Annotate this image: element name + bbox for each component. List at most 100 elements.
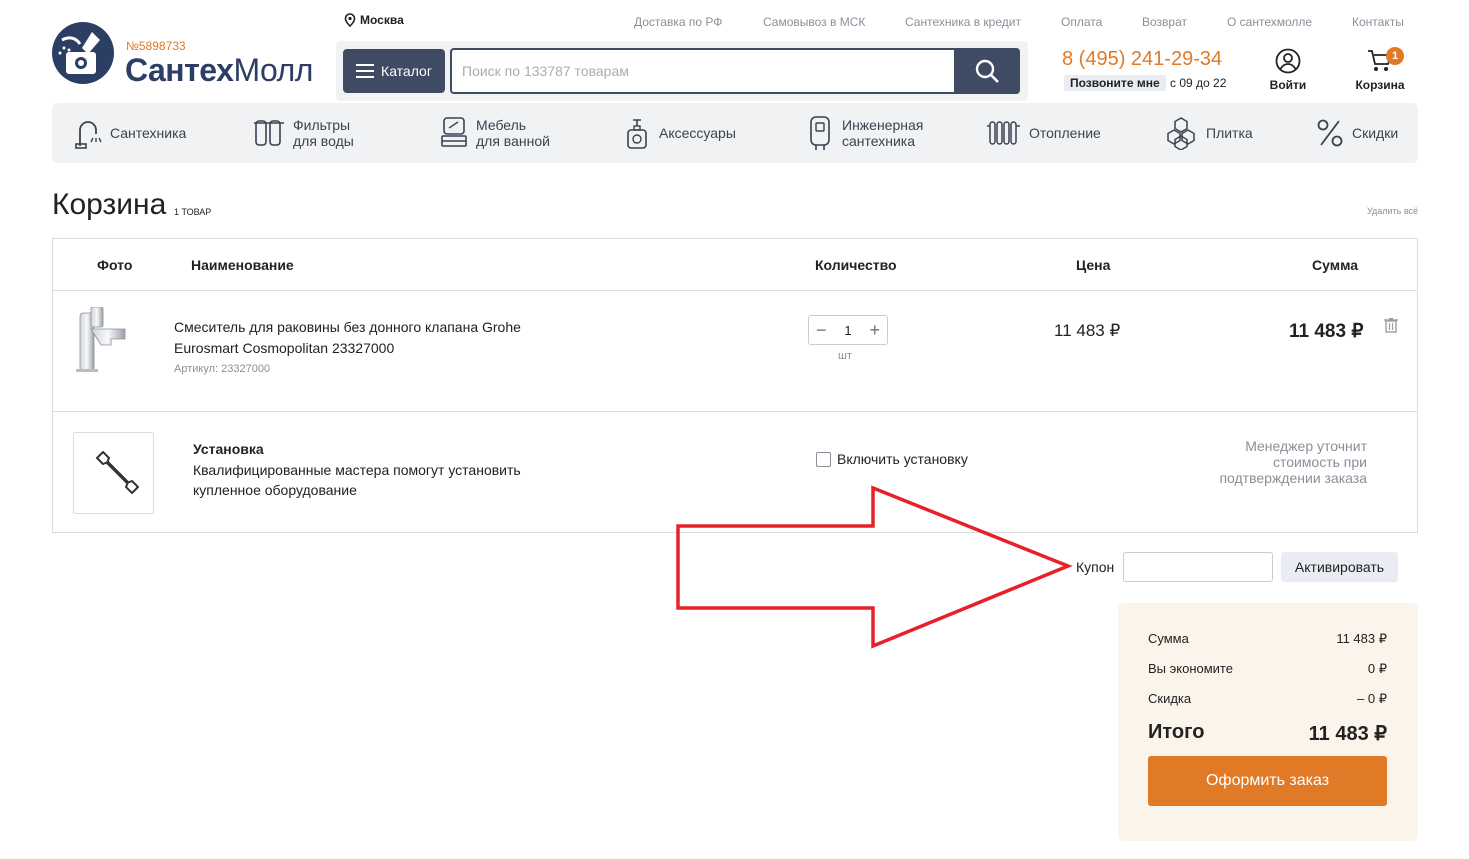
callback-button[interactable]: Позвоните мне [1064, 75, 1166, 91]
quantity-unit: шт [838, 350, 852, 362]
search-field [450, 48, 1020, 94]
product-photo[interactable] [71, 306, 131, 375]
login-button[interactable]: Войти [1267, 48, 1309, 92]
column-qty: Количество [815, 257, 897, 273]
category-nav: Сантехника Фильтры для воды Мебель для в… [52, 103, 1418, 163]
category-heating[interactable]: Отопление [987, 103, 1101, 163]
summary-total: Итого 11 483 ₽ [1148, 721, 1387, 745]
row-divider [53, 411, 1417, 412]
summary-save-label: Вы экономите [1148, 661, 1233, 676]
summary-total-label: Итого [1148, 721, 1205, 743]
top-link-pickup[interactable]: Самовывоз в МСК [763, 15, 865, 29]
order-summary: Сумма 11 483 ₽ Вы экономите 0 ₽ Скидка –… [1118, 603, 1418, 841]
site-logo[interactable]: №5898733 СантехМолл [52, 22, 342, 92]
top-link-return[interactable]: Возврат [1142, 15, 1187, 29]
category-plumbing[interactable]: Сантехника [74, 103, 186, 163]
search-input[interactable] [462, 50, 952, 92]
category-label: Плитка [1206, 125, 1253, 141]
plus-icon[interactable]: + [869, 320, 880, 341]
summary-row-discount: Скидка – 0 ₽ [1148, 691, 1387, 706]
category-tile[interactable]: Плитка [1164, 103, 1253, 163]
category-label: Аксессуары [659, 125, 736, 141]
category-label: Инженерная сантехника [842, 117, 924, 149]
product-article: Артикул: 23327000 [174, 363, 271, 375]
top-link-credit[interactable]: Сантехника в кредит [905, 15, 1021, 29]
summary-row-sum: Сумма 11 483 ₽ [1148, 631, 1387, 646]
category-engineering[interactable]: Инженерная сантехника [806, 103, 923, 163]
logo-text: СантехМолл [125, 52, 313, 89]
summary-discount-value: – 0 ₽ [1357, 691, 1387, 706]
column-sum: Сумма [1312, 257, 1359, 273]
remove-item-button[interactable] [1383, 317, 1399, 338]
item-price: 11 483 ₽ [1054, 321, 1121, 340]
search-icon [975, 59, 999, 83]
summary-sum-label: Сумма [1148, 631, 1189, 646]
summary-sum-value: 11 483 ₽ [1336, 631, 1387, 646]
radiator-icon [987, 121, 1020, 145]
login-label: Войти [1269, 78, 1307, 92]
top-link-payment[interactable]: Оплата [1061, 15, 1102, 29]
page-title: Корзина [52, 188, 167, 221]
summary-save-value: 0 ₽ [1367, 661, 1387, 676]
installation-note: Менеджер уточнит стоимость при подтвержд… [1219, 438, 1367, 486]
checkout-button[interactable]: Оформить заказ [1148, 756, 1387, 806]
tile-icon [1167, 117, 1195, 150]
location-pin-icon [344, 13, 356, 27]
minus-icon[interactable]: − [816, 320, 827, 341]
category-furniture[interactable]: Мебель для ванной [440, 103, 550, 163]
category-label: Отопление [1029, 125, 1101, 141]
installation-title: Установка [193, 441, 264, 457]
column-name: Наименование [191, 257, 294, 273]
column-price: Цена [1076, 257, 1111, 273]
cart-label: Корзина [1355, 78, 1405, 92]
catalog-button[interactable]: Каталог [343, 49, 445, 93]
installation-description: Квалифицированные мастера помогут устано… [193, 462, 521, 498]
top-link-delivery[interactable]: Доставка по РФ [634, 15, 722, 29]
city-selector[interactable]: Москва [343, 13, 404, 27]
table-header: Фото Наименование Количество Цена Сумма [53, 239, 1417, 291]
cart-badge: 1 [1386, 47, 1404, 65]
column-photo: Фото [97, 257, 133, 273]
user-icon [1275, 48, 1301, 74]
category-label: Сантехника [110, 125, 187, 141]
quantity-value[interactable]: 1 [844, 323, 851, 338]
cart-button[interactable]: Корзина 1 [1354, 47, 1406, 92]
boiler-icon [810, 116, 830, 150]
wrench-icon [95, 451, 139, 494]
delete-all-link[interactable]: Удалить всё [1367, 206, 1418, 216]
quantity-stepper: − 1 + [808, 315, 888, 345]
hamburger-icon [356, 64, 375, 78]
activate-coupon-button[interactable]: Активировать [1281, 552, 1398, 582]
furniture-icon [441, 117, 467, 147]
logo-text-bold: Сантех [125, 52, 234, 88]
logo-text-light: Молл [233, 52, 313, 88]
category-label: Скидки [1352, 125, 1399, 141]
working-hours: с 09 до 22 [1170, 76, 1227, 90]
top-link-contacts[interactable]: Контакты [1352, 15, 1404, 29]
installation-checkbox[interactable]: Включить установку [816, 451, 968, 467]
category-accessories[interactable]: Аксессуары [623, 103, 736, 163]
phone-number[interactable]: 8 (495) 241-29-34 [1062, 48, 1222, 71]
top-link-about[interactable]: О сантехмолле [1227, 15, 1312, 29]
category-sale[interactable]: Скидки [1316, 103, 1398, 163]
coupon-label: Купон [1076, 559, 1115, 575]
logo-emblem-icon [52, 22, 114, 84]
category-filters[interactable]: Фильтры для воды [253, 103, 354, 163]
checkbox-box[interactable] [816, 451, 831, 467]
category-label: Фильтры для воды [293, 117, 354, 149]
catalog-label: Каталог [381, 63, 432, 79]
installation-checkbox-label: Включить установку [837, 451, 968, 467]
category-label: Мебель для ванной [476, 117, 550, 149]
installation-image [73, 432, 154, 514]
cart-item-count: 1 товар [174, 207, 212, 217]
trash-icon [1384, 318, 1398, 333]
coupon-input[interactable] [1123, 552, 1273, 582]
soap-dispenser-icon [627, 119, 647, 149]
summary-row-save: Вы экономите 0 ₽ [1148, 661, 1387, 676]
city-label: Москва [360, 13, 404, 27]
faucet-icon [75, 121, 102, 149]
summary-total-value: 11 483 ₽ [1308, 723, 1387, 745]
product-name[interactable]: Смеситель для раковины без донного клапа… [174, 317, 554, 359]
annotation-arrow-icon [676, 485, 1073, 649]
search-button[interactable] [954, 48, 1020, 94]
